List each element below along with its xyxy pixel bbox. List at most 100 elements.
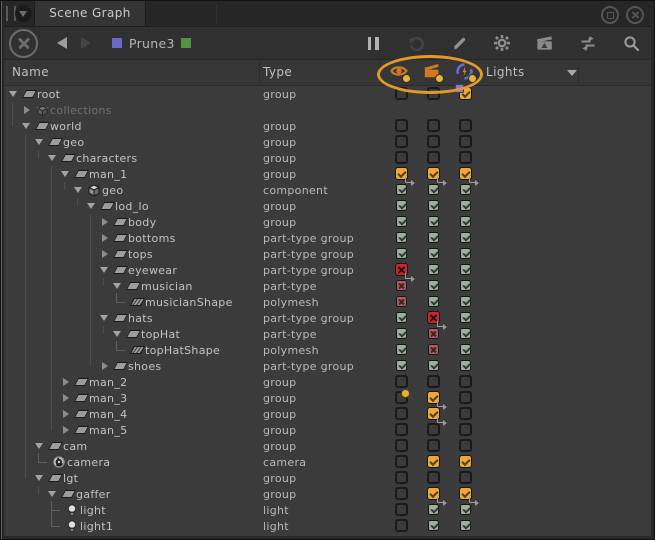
tree-row-light1[interactable]: light1light — [4, 518, 651, 534]
lights-filter-dropdown[interactable]: Lights — [486, 60, 525, 85]
pause-button[interactable] — [364, 34, 382, 52]
collapse-arrow-icon[interactable] — [34, 438, 47, 454]
toggle-light-linking[interactable] — [459, 487, 472, 500]
toggle-viewer-visibility[interactable] — [395, 375, 408, 388]
tree-row-gaffer[interactable]: gaffergroup — [4, 486, 651, 502]
toggle-viewer-visibility[interactable] — [396, 312, 407, 323]
toggle-renderable[interactable] — [428, 216, 439, 227]
sync-button[interactable] — [579, 34, 597, 52]
toggle-viewer-visibility[interactable] — [395, 487, 408, 500]
toggle-renderable[interactable] — [428, 296, 439, 307]
toggle-renderable[interactable] — [428, 328, 439, 339]
toggle-light-linking[interactable] — [459, 119, 472, 132]
toggle-renderable[interactable] — [428, 344, 439, 355]
toggle-viewer-visibility[interactable] — [395, 407, 408, 420]
expand-arrow-icon[interactable] — [99, 246, 112, 262]
restore-button[interactable] — [601, 6, 619, 24]
toggle-renderable[interactable] — [428, 504, 439, 515]
collapse-arrow-icon[interactable] — [34, 134, 47, 150]
toggle-light-linking[interactable] — [460, 520, 471, 531]
toggle-light-linking[interactable] — [459, 407, 472, 420]
toggle-viewer-visibility[interactable] — [395, 439, 408, 452]
tree-row-man_3[interactable]: man_3group — [4, 390, 651, 406]
tree-row-characters[interactable]: charactersgroup — [4, 150, 651, 166]
toggle-viewer-visibility[interactable] — [396, 200, 407, 211]
toggle-viewer-visibility[interactable] — [395, 455, 408, 468]
toggle-light-linking[interactable] — [459, 439, 472, 452]
toggle-light-linking[interactable] — [460, 328, 471, 339]
tree-row-shoes[interactable]: shoespart-type group — [4, 358, 651, 374]
forward-button[interactable] — [81, 37, 91, 49]
tab-scene-graph[interactable]: Scene Graph — [34, 1, 146, 26]
toggle-light-linking[interactable] — [460, 216, 471, 227]
toggle-renderable[interactable] — [427, 151, 440, 164]
toggle-viewer-visibility[interactable] — [395, 503, 408, 516]
pane-left-edge[interactable] — [1, 1, 4, 539]
tree-row-world[interactable]: worldgroup — [4, 118, 651, 134]
toggle-viewer-visibility[interactable] — [395, 151, 408, 164]
toggle-viewer-visibility[interactable] — [395, 87, 408, 100]
toggle-light-linking[interactable] — [460, 312, 471, 323]
toggle-viewer-visibility[interactable] — [396, 296, 407, 307]
toggle-viewer-visibility[interactable] — [395, 263, 408, 276]
toggle-viewer-visibility[interactable] — [395, 391, 408, 404]
tree-row-bottoms[interactable]: bottomspart-type group — [4, 230, 651, 246]
collapse-arrow-icon[interactable] — [112, 278, 125, 294]
toggle-renderable[interactable] — [427, 87, 440, 100]
toggle-renderable[interactable] — [428, 280, 439, 291]
tree-row-topHat[interactable]: topHatpart-type — [4, 326, 651, 342]
toggle-light-linking[interactable] — [459, 87, 472, 100]
toggle-light-linking[interactable] — [460, 184, 471, 195]
pane-menu-button[interactable] — [15, 5, 32, 22]
chevron-down-icon[interactable] — [567, 70, 577, 76]
toggle-light-linking[interactable] — [460, 248, 471, 259]
toggle-viewer-visibility[interactable] — [395, 167, 408, 180]
collapse-arrow-icon[interactable] — [47, 150, 60, 166]
toggle-viewer-visibility[interactable] — [396, 248, 407, 259]
back-button[interactable] — [57, 37, 67, 49]
pencil-button[interactable] — [450, 34, 468, 52]
toggle-renderable[interactable] — [427, 439, 440, 452]
tree-row-body[interactable]: bodygroup — [4, 214, 651, 230]
tree-row-musician[interactable]: musicianpart-type — [4, 278, 651, 294]
toggle-light-linking[interactable] — [460, 232, 471, 243]
tree-row-topHatShape[interactable]: topHatShapepolymesh — [4, 342, 651, 358]
gear-button[interactable] — [493, 34, 511, 52]
toggle-light-linking[interactable] — [459, 423, 472, 436]
tree-row-musicianShape[interactable]: musicianShapepolymesh — [4, 294, 651, 310]
toggle-renderable[interactable] — [427, 423, 440, 436]
tree-row-lod_lo[interactable]: lod_logroup — [4, 198, 651, 214]
toggle-viewer-visibility[interactable] — [395, 519, 408, 532]
toggle-viewer-visibility[interactable] — [396, 344, 407, 355]
toggle-viewer-visibility[interactable] — [396, 216, 407, 227]
collapse-arrow-icon[interactable] — [86, 198, 99, 214]
toggle-viewer-visibility[interactable] — [396, 280, 407, 291]
toggle-renderable[interactable] — [427, 375, 440, 388]
toggle-light-linking[interactable] — [459, 167, 472, 180]
close-button[interactable] — [626, 6, 644, 24]
toggle-light-linking[interactable] — [460, 200, 471, 211]
tree-row-camera[interactable]: cameracamera — [4, 454, 651, 470]
expand-arrow-icon[interactable] — [21, 102, 34, 118]
expand-arrow-icon[interactable] — [99, 358, 112, 374]
tree-row-eyewear[interactable]: eyewearpart-type group — [4, 262, 651, 278]
collapse-arrow-icon[interactable] — [8, 86, 21, 102]
collapse-arrow-icon[interactable] — [99, 262, 112, 278]
collapse-arrow-icon[interactable] — [47, 486, 60, 502]
toggle-viewer-visibility[interactable] — [396, 328, 407, 339]
toggle-viewer-visibility[interactable] — [396, 360, 407, 371]
toggle-light-linking[interactable] — [460, 280, 471, 291]
toggle-renderable[interactable] — [427, 167, 440, 180]
undo-button[interactable] — [407, 34, 425, 52]
tree-row-geo[interactable]: geocomponent — [4, 182, 651, 198]
tree-row-collections[interactable]: collections — [4, 102, 651, 118]
viewer-visibility-icon[interactable] — [390, 63, 408, 81]
toggle-light-linking[interactable] — [460, 264, 471, 275]
tree-row-man_4[interactable]: man_4group — [4, 406, 651, 422]
toggle-light-linking[interactable] — [460, 296, 471, 307]
toggle-light-linking[interactable] — [459, 471, 472, 484]
tree-row-geo[interactable]: geogroup — [4, 134, 651, 150]
tree-row-root[interactable]: rootgroup — [4, 86, 651, 102]
toggle-renderable[interactable] — [427, 135, 440, 148]
toggle-renderable[interactable] — [427, 455, 440, 468]
